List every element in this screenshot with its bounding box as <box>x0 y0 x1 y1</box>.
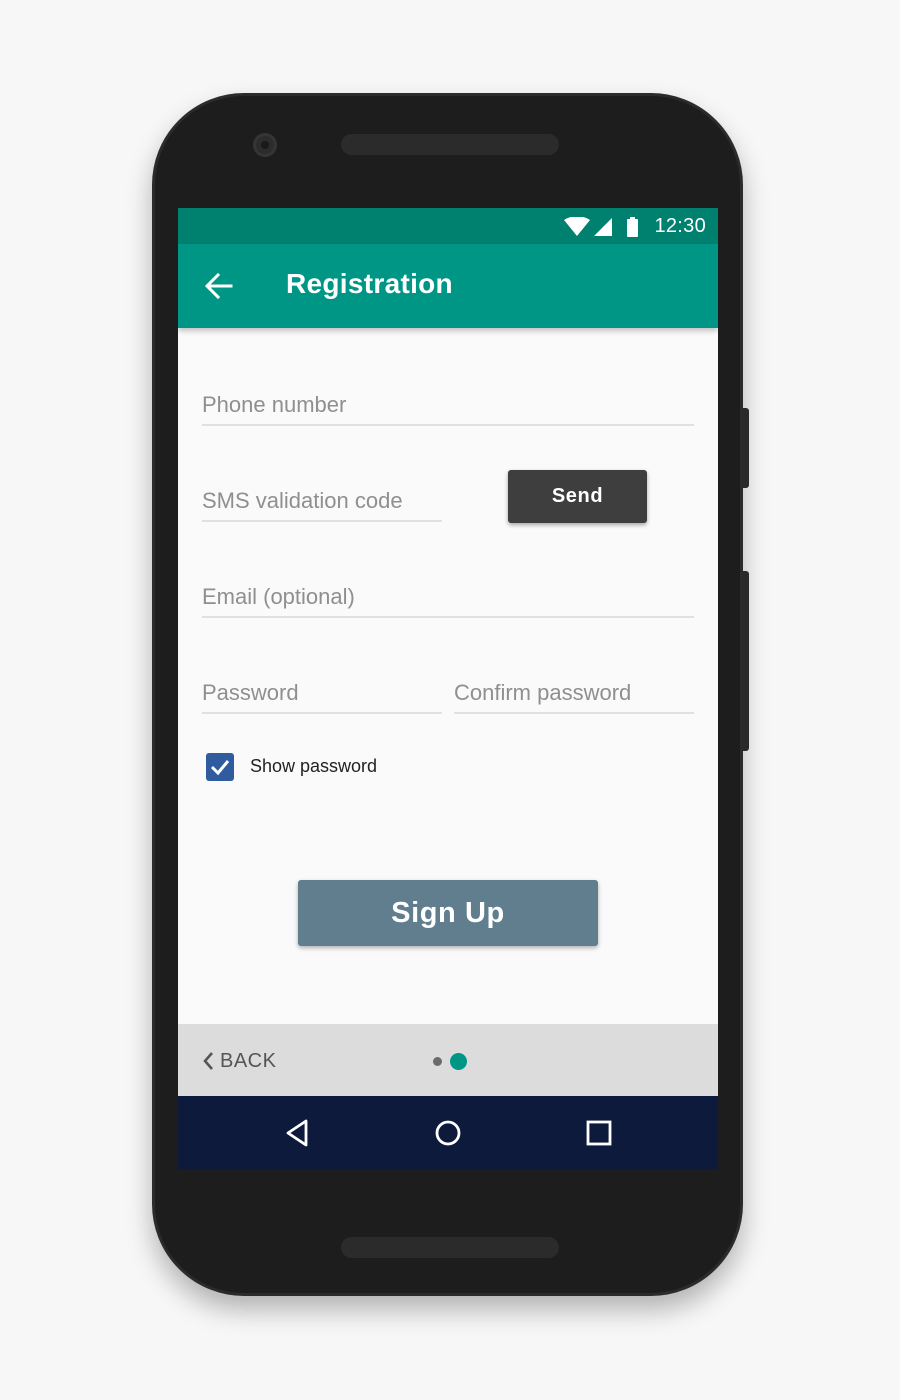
show-password-checkbox[interactable] <box>206 753 234 781</box>
email-field <box>202 568 694 618</box>
bottom-speaker <box>341 1237 559 1258</box>
arrow-back-icon[interactable] <box>204 272 234 300</box>
status-bar: 12:30 <box>178 208 718 244</box>
power-button <box>742 571 749 751</box>
pager-bar: BACK <box>178 1024 718 1096</box>
nav-back-icon[interactable] <box>280 1115 316 1151</box>
nav-home-icon[interactable] <box>430 1115 466 1151</box>
confirm-password-field <box>454 664 694 714</box>
front-camera <box>253 133 277 157</box>
battery-icon <box>627 219 638 237</box>
email-input[interactable] <box>202 584 694 610</box>
password-field <box>202 664 442 714</box>
back-label: BACK <box>220 1049 277 1072</box>
show-password-label: Show password <box>250 756 378 776</box>
page-title: Registration <box>286 268 453 299</box>
top-speaker <box>341 134 559 155</box>
nav-recents-icon[interactable] <box>581 1115 617 1151</box>
app-bar: Registration <box>178 244 718 328</box>
send-button[interactable]: Send <box>508 470 647 523</box>
phone-number-field <box>202 376 694 426</box>
volume-button <box>742 408 749 488</box>
phone-number-input[interactable] <box>202 392 694 418</box>
password-input[interactable] <box>202 680 442 706</box>
page-indicator-dot-1 <box>433 1057 442 1066</box>
navigation-bar <box>178 1096 718 1169</box>
back-link[interactable]: BACK <box>202 1048 276 1074</box>
sms-code-field <box>202 472 442 522</box>
status-time: 12:30 <box>654 215 706 237</box>
wifi-icon <box>564 217 590 236</box>
sign-up-button[interactable]: Sign Up <box>298 880 598 946</box>
screen: 12:30 Registration Send Show password Si… <box>178 208 718 1169</box>
sms-code-input[interactable] <box>202 488 442 514</box>
confirm-password-input[interactable] <box>454 680 694 706</box>
signal-icon <box>594 218 612 236</box>
page-indicator-dot-2-active <box>450 1053 467 1070</box>
chevron-left-icon <box>203 1052 213 1070</box>
checkmark-icon <box>210 760 230 776</box>
status-icons <box>564 217 638 237</box>
